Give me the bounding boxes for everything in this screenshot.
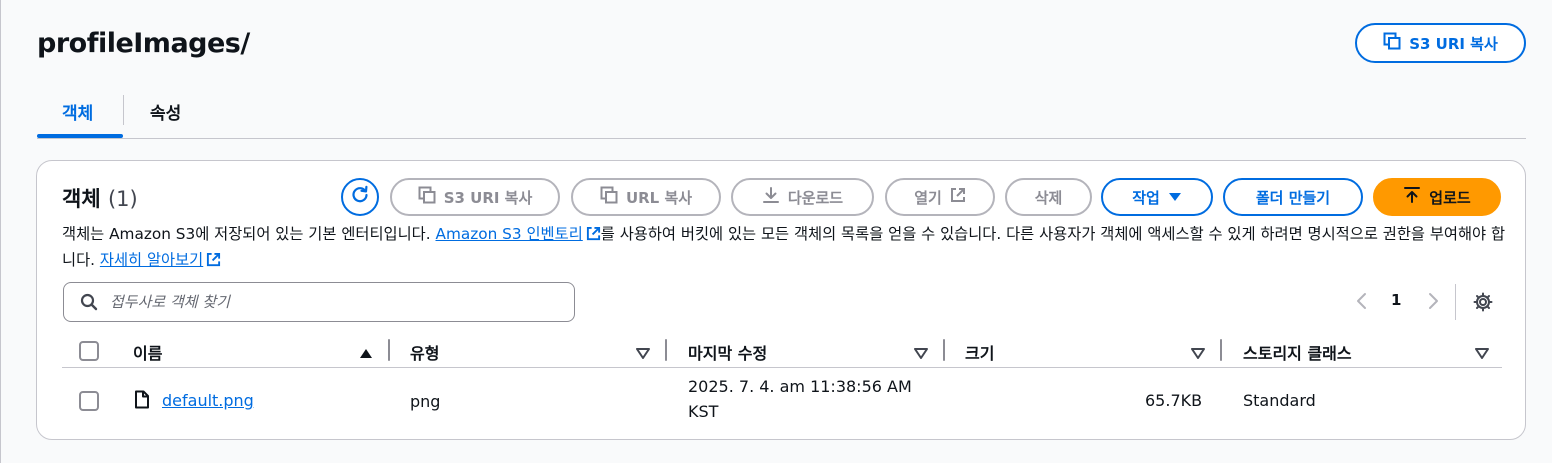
object-last-modified-date: 2025. 7. 4. am 11:38:56 AM [688,377,912,396]
search-box [63,282,575,322]
upload-label: 업로드 [1429,188,1471,207]
previous-page-icon[interactable] [1355,292,1367,314]
actions-label: 작업 [1132,188,1160,207]
copy-s3-uri-header-label: S3 URI 복사 [1409,34,1498,53]
download-label: 다운로드 [787,188,844,207]
row-checkbox[interactable] [79,391,99,411]
inventory-link[interactable]: Amazon S3 인벤토리 [435,225,600,243]
sort-toggle-icon[interactable] [636,344,650,363]
column-resizer[interactable] [388,339,390,361]
delete-button[interactable]: 삭제 [1005,178,1092,216]
delete-label: 삭제 [1034,188,1063,207]
copy-icon [600,186,618,208]
column-resizer[interactable] [1220,339,1222,361]
column-resizer[interactable] [665,339,667,361]
download-icon [762,186,780,208]
active-tab-indicator [37,134,123,138]
sort-toggle-icon[interactable] [1475,344,1489,363]
actions-dropdown-button[interactable]: 작업 [1101,178,1213,216]
object-size: 65.7KB [1145,391,1203,410]
objects-description: 객체는 Amazon S3에 저장되어 있는 기본 엔터티입니다. Amazon… [62,222,1507,274]
copy-s3-uri-header-button[interactable]: S3 URI 복사 [1355,23,1526,63]
object-last-modified-timezone: KST [688,402,719,421]
current-page-number[interactable]: 1 [1391,291,1401,309]
external-link-icon [586,224,601,248]
copy-icon [1383,32,1401,54]
copy-url-label: URL 복사 [625,188,693,207]
copy-url-button[interactable]: URL 복사 [571,178,721,216]
panel-title: 객체 (1) [62,183,138,213]
page-title: profileImages/ [37,28,250,59]
external-link-icon [206,250,221,274]
file-icon [134,390,150,413]
upload-button[interactable]: 업로드 [1373,178,1501,216]
object-count: (1) [107,187,138,211]
open-button[interactable]: 열기 [885,178,995,216]
tab-objects[interactable]: 객체 [62,99,93,124]
caret-down-icon [1168,188,1182,206]
copy-s3-uri-button[interactable]: S3 URI 복사 [390,178,560,216]
next-page-icon[interactable] [1428,292,1440,314]
column-header-name[interactable]: 이름 [133,340,162,364]
column-header-type[interactable]: 유형 [410,340,439,364]
learn-more-label: 자세히 알아보기 [99,251,204,269]
column-header-storage-class[interactable]: 스토리지 클래스 [1243,340,1352,364]
settings-gear-icon[interactable] [1473,292,1493,316]
sort-ascending-icon[interactable] [359,344,373,363]
create-folder-label: 폴더 만들기 [1255,188,1331,207]
object-type: png [410,392,441,411]
select-all-checkbox[interactable] [79,341,99,361]
table-header: 이름 유형 마지막 수정 크기 스토리지 클래스 [62,334,1502,368]
create-folder-button[interactable]: 폴더 만들기 [1223,178,1363,216]
copy-s3-uri-label: S3 URI 복사 [443,188,533,207]
inventory-link-label: Amazon S3 인벤토리 [435,225,583,243]
window-left-edge [0,0,1,463]
object-name-link[interactable]: default.png [162,391,254,410]
open-label: 열기 [914,188,942,207]
external-link-icon [950,187,966,207]
tab-divider [123,95,124,125]
pagination-divider [1455,284,1456,320]
tab-properties[interactable]: 속성 [150,99,181,124]
objects-panel: 객체 (1) S3 URI 복사 URL 복사 다운로드 열기 삭제 작업 폴더… [36,160,1526,440]
sort-toggle-icon[interactable] [914,344,928,363]
refresh-icon [350,185,370,209]
object-storage-class: Standard [1243,391,1316,410]
search-icon [80,293,98,315]
copy-icon [418,186,436,208]
download-button[interactable]: 다운로드 [731,178,874,216]
column-resizer[interactable] [943,339,945,361]
learn-more-link[interactable]: 자세히 알아보기 [100,251,221,269]
panel-title-text: 객체 [62,187,101,211]
refresh-button[interactable] [341,178,379,216]
description-text-1: 객체는 Amazon S3에 저장되어 있는 기본 엔터티입니다. [62,225,436,243]
upload-icon [1403,186,1421,208]
column-header-last-modified[interactable]: 마지막 수정 [688,340,767,364]
sort-toggle-icon[interactable] [1191,344,1205,363]
column-header-size[interactable]: 크기 [965,340,994,364]
search-input[interactable] [110,289,550,315]
tab-bar: 객체 속성 [37,90,1526,139]
